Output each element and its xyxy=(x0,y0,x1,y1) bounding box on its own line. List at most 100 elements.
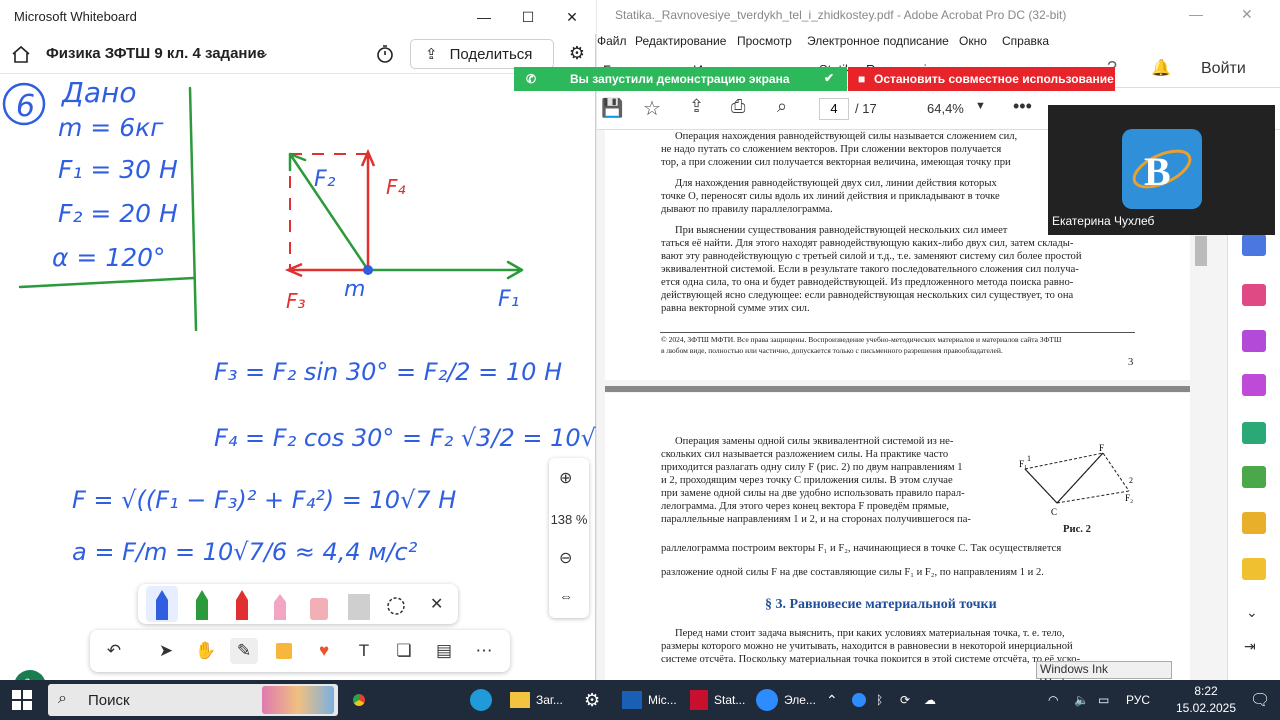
more-tools-icon[interactable]: ••• xyxy=(1013,96,1032,117)
page-number-input[interactable]: 4 xyxy=(819,98,849,120)
pen-green-icon[interactable] xyxy=(196,590,208,620)
tray-volume-icon[interactable]: 🔈 xyxy=(1074,683,1089,717)
zoom-level: 138 % xyxy=(550,512,588,527)
edge-icon[interactable] xyxy=(470,683,492,717)
acrobat-window: Statika._Ravnovesiye_tverdykh_tel_i_zhid… xyxy=(597,0,1280,680)
reactions-heart-icon[interactable]: ♥ xyxy=(310,638,338,664)
zoom-in-icon[interactable]: ⊕ xyxy=(559,468,572,488)
share-icon: ⇪ xyxy=(425,46,438,63)
chevron-down-icon[interactable]: ⌄ xyxy=(258,44,270,61)
touch-hand-icon[interactable]: ✋ xyxy=(192,638,220,664)
zoom-dropdown[interactable]: 64,4% xyxy=(927,101,964,116)
stop-sharing-button[interactable]: ■ Остановить совместное использование xyxy=(848,67,1115,91)
pen-tool-icon[interactable]: ✎ xyxy=(230,638,258,664)
home-icon[interactable] xyxy=(10,43,32,65)
tray-wifi-icon[interactable]: ◠ xyxy=(1048,683,1058,717)
menu-view[interactable]: Просмотр xyxy=(737,34,792,48)
taskbar-search[interactable]: ⌕ Поиск xyxy=(48,684,338,716)
ink-given-1: m = 6кг xyxy=(58,113,164,142)
clock-date: 15.02.2025 xyxy=(1175,701,1237,715)
settings-taskbar-icon[interactable]: ⚙ xyxy=(584,683,600,717)
sign-in-link[interactable]: Войти xyxy=(1201,60,1246,78)
maximize-button[interactable]: ☐ xyxy=(506,0,550,34)
notification-center-icon[interactable]: 🗨 xyxy=(1250,690,1270,710)
tray-update-icon[interactable]: ⟳ xyxy=(900,683,910,717)
share-button[interactable]: ⇪ Поделиться xyxy=(410,39,554,69)
clock[interactable]: 8:22 15.02.2025 xyxy=(1170,683,1242,717)
undo-icon[interactable]: ↶ xyxy=(100,638,128,664)
pen-red-icon[interactable] xyxy=(236,590,248,620)
phone-icon: ✆ xyxy=(526,72,537,86)
ink-eq-3: F = √((F₁ − F₃)² + F₄²) = 10√7 Н xyxy=(72,486,456,514)
acrobat-menu: Файл Редактирование Просмотр Электронное… xyxy=(597,30,1280,52)
print-icon[interactable]: ⎙ xyxy=(731,96,745,117)
fill-sign-icon[interactable] xyxy=(1242,374,1266,396)
page2-line-1: Операция замены одной силы эквивалентной… xyxy=(675,436,954,447)
comment-icon[interactable] xyxy=(1242,558,1266,580)
page1-line-12: действующей ясно следующее: если равноде… xyxy=(661,290,1074,301)
taskbar-app-zoom[interactable]: Эле... xyxy=(756,683,816,717)
organize-pages-icon[interactable] xyxy=(1242,284,1266,306)
page2-line-3: приходится разлагать одну силу F (рис. 2… xyxy=(661,462,963,473)
close-button[interactable]: ✕ xyxy=(550,0,594,34)
menu-file[interactable]: Файл xyxy=(597,34,627,48)
search-zoom-icon[interactable]: ⌕ xyxy=(777,96,787,117)
tray-battery-icon[interactable]: ▭ xyxy=(1098,683,1109,717)
export-pdf-icon[interactable] xyxy=(1242,234,1266,256)
language-indicator[interactable]: РУС xyxy=(1126,683,1150,717)
zoom-chevron-icon[interactable]: ▼ xyxy=(975,100,986,112)
scrollbar-thumb[interactable] xyxy=(1195,236,1207,266)
taskbar-app-explorer[interactable]: Заг... xyxy=(510,683,563,717)
menu-esign[interactable]: Электронное подписание xyxy=(807,34,949,48)
pen-tray: ✕ xyxy=(138,584,458,624)
more-icon[interactable]: ⋯ xyxy=(470,638,498,664)
screen-share-banner: ✆ Вы запустили демонстрацию экрана ✔ xyxy=(514,67,847,91)
highlighter-icon[interactable] xyxy=(274,594,286,620)
templates-icon[interactable]: ▤ xyxy=(430,638,458,664)
tray-onedrive-icon[interactable]: ☁ xyxy=(924,683,936,717)
upload-cloud-icon[interactable]: ⇪ xyxy=(689,96,704,117)
bookmark-star-icon[interactable]: ☆ xyxy=(643,96,661,121)
compress-icon[interactable] xyxy=(1242,466,1266,488)
tray-chevron-up-icon[interactable]: ⌃ xyxy=(826,683,838,717)
expand-chevron-icon[interactable]: ⌄ xyxy=(1246,604,1258,621)
customize-icon[interactable]: ⇥ xyxy=(1244,638,1256,655)
eraser-icon[interactable] xyxy=(310,598,328,620)
tray-zoom-icon[interactable] xyxy=(852,683,866,717)
zoom-out-icon[interactable]: ⊖ xyxy=(559,548,572,568)
fit-screen-icon[interactable]: ⇔ xyxy=(559,588,573,604)
protect-icon[interactable] xyxy=(1242,512,1266,534)
minimize-button[interactable]: — xyxy=(462,0,506,34)
sticky-note-icon[interactable] xyxy=(270,638,298,664)
lasso-icon[interactable] xyxy=(387,597,405,615)
ink-divider-horizontal xyxy=(18,276,196,289)
ruler-icon[interactable] xyxy=(348,594,370,620)
edit-pdf-icon[interactable] xyxy=(1242,330,1266,352)
page2-line-8: раллелограмма построим векторы F₁ и F₂, … xyxy=(661,543,1062,554)
taskbar-app-acrobat[interactable]: Stat... xyxy=(690,683,745,717)
acrobat-close-button[interactable]: ✕ xyxy=(1241,6,1253,23)
shapes-icon[interactable]: ❏ xyxy=(390,638,418,664)
figure-2: F₁ F F₂ C 1 2 xyxy=(1019,443,1133,517)
page2-line-4: и 2, проходящим через точку C приложения… xyxy=(661,475,953,486)
menu-window[interactable]: Окно xyxy=(959,34,987,48)
send-review-icon[interactable] xyxy=(1242,422,1266,444)
taskbar-app-whiteboard[interactable]: Mic... xyxy=(622,683,677,717)
menu-help[interactable]: Справка xyxy=(1002,34,1049,48)
notifications-bell-icon[interactable]: 🔔 xyxy=(1151,58,1171,78)
acrobat-minimize-button[interactable]: — xyxy=(1189,6,1203,22)
windows-start-icon[interactable] xyxy=(12,690,32,710)
ink-point xyxy=(363,265,373,275)
board-title[interactable]: Физика ЗФТШ 9 кл. 4 задание xyxy=(46,45,265,62)
zoom-icon xyxy=(756,689,778,711)
chrome-icon[interactable] xyxy=(348,683,370,717)
menu-edit[interactable]: Редактирование xyxy=(635,34,726,48)
page-total: / 17 xyxy=(855,101,877,116)
settings-gear-icon[interactable]: ⚙ xyxy=(566,43,588,65)
close-tray-icon[interactable]: ✕ xyxy=(430,594,443,614)
save-icon[interactable]: 💾 xyxy=(601,98,623,119)
tray-bluetooth-icon[interactable]: ᛒ xyxy=(876,683,883,717)
text-icon[interactable]: T xyxy=(350,638,378,664)
timer-icon[interactable] xyxy=(374,43,396,65)
select-icon[interactable]: ➤ xyxy=(152,638,180,664)
